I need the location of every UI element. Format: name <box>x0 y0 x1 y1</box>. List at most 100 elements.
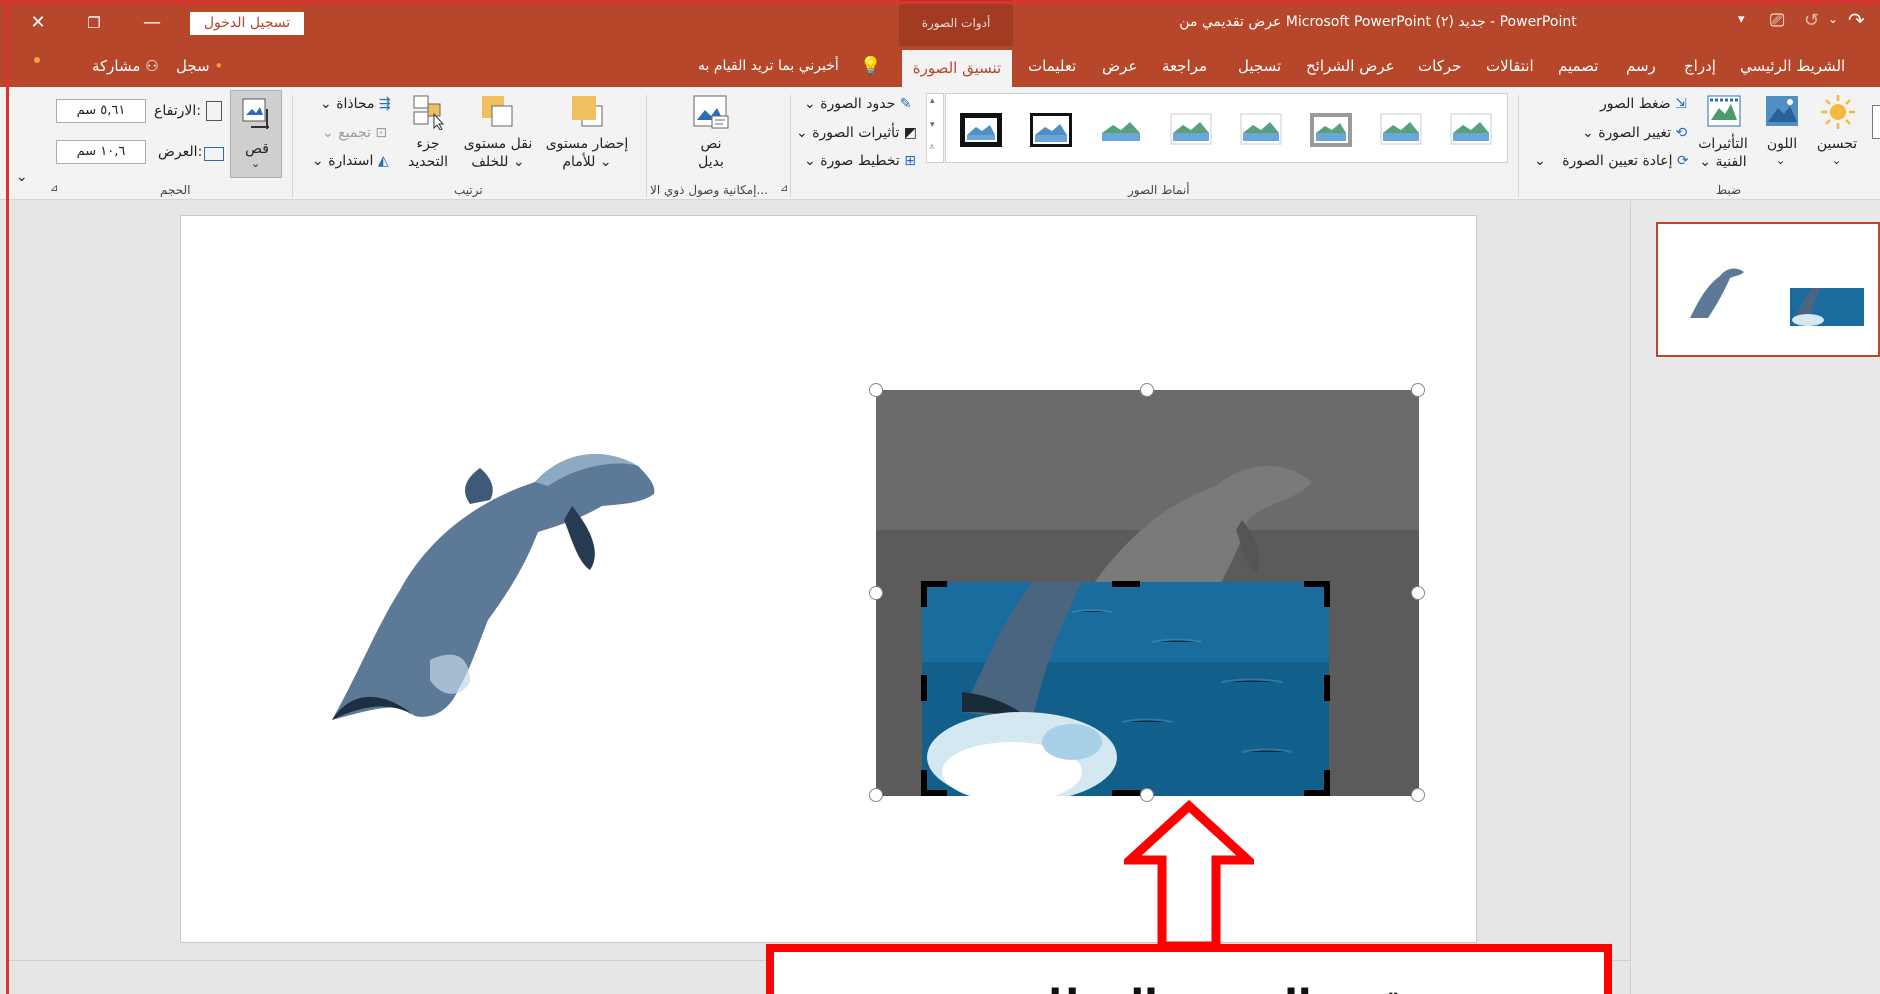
style-thumb-2[interactable] <box>1030 113 1072 147</box>
resize-handle-top-right[interactable] <box>1411 383 1425 397</box>
align-label: محاذاة <box>336 96 375 112</box>
compress-label: ضغط الصور <box>1600 96 1671 112</box>
gallery-up-icon[interactable]: ▴ <box>930 96 935 106</box>
compress-pictures-button[interactable]: ضغط الصور ⇲ <box>1600 96 1687 112</box>
share-button[interactable]: مشاركة ⚇ <box>92 46 159 87</box>
rotate-button[interactable]: ⌄ استدارة ◭ <box>312 153 389 169</box>
crop-icon <box>242 98 269 129</box>
send-backward-dropdown-icon: ⌄ <box>508 154 525 170</box>
send-backward-label-1: نقل مستوى <box>463 136 533 152</box>
style-thumb-8[interactable] <box>1450 113 1492 147</box>
dolphin-picture[interactable] <box>320 420 660 730</box>
change-picture-button[interactable]: ⌄ تغيير الصورة ⟲ <box>1582 125 1687 141</box>
tab-transitions[interactable]: انتقالات <box>1486 46 1534 87</box>
tab-picture-format[interactable]: تنسيق الصورة <box>902 50 1012 87</box>
crop-handle-right[interactable] <box>1324 675 1330 701</box>
resize-handle-bottom-left[interactable] <box>869 788 883 802</box>
picture-layout-button[interactable]: ⌄ تخطيط صورة ⊞ <box>804 153 916 169</box>
resize-handle-top-left[interactable] <box>869 383 883 397</box>
height-icon <box>206 101 222 121</box>
tell-me-search[interactable]: أخبرني بما تريد القيام به <box>698 46 839 87</box>
record-button[interactable]: سجل • <box>176 46 223 87</box>
collapse-ribbon-icon[interactable]: ⌄ <box>16 169 28 185</box>
resize-handle-bottom-right[interactable] <box>1411 788 1425 802</box>
crop-button[interactable]: قص ⌄ <box>230 90 282 178</box>
crop-handle-bottom-left-v[interactable] <box>921 770 927 796</box>
tab-draw[interactable]: رسم <box>1626 46 1656 87</box>
crop-handle-top[interactable] <box>1112 581 1140 587</box>
close-icon[interactable]: ✕ <box>18 8 58 38</box>
tab-insert[interactable]: إدراج <box>1684 46 1716 87</box>
send-backward-button[interactable]: نقل مستوى للخلف ⌄ <box>458 92 538 172</box>
picture-effects-button[interactable]: ⌄ تأثيرات الصورة ◩ <box>796 125 917 141</box>
undo-icon[interactable]: ↺ <box>1804 10 1819 31</box>
powerpoint-window: ✕ ❐ — تسجيل الدخول أدوات الصورة عرض تقدي… <box>0 0 1880 994</box>
style-thumb-5[interactable] <box>1240 113 1282 147</box>
crop-handle-top-right-v[interactable] <box>1324 581 1330 607</box>
redo-icon[interactable]: ↷ <box>1848 8 1865 32</box>
color-label: اللون <box>1766 136 1798 152</box>
style-thumb-7[interactable] <box>1380 113 1422 147</box>
tab-record[interactable]: تسجيل <box>1238 46 1281 87</box>
resize-handle-top[interactable] <box>1140 383 1154 397</box>
change-dropdown-icon: ⌄ <box>1582 125 1599 141</box>
tab-animations[interactable]: حركات <box>1418 46 1461 87</box>
selection-pane-button[interactable]: جزء التحديد <box>400 92 456 172</box>
style-thumb-6[interactable] <box>1310 113 1352 147</box>
color-button[interactable]: اللون ⌄ <box>1758 92 1806 172</box>
style-thumb-4[interactable] <box>1170 113 1212 147</box>
crop-handle-bottom-right-v[interactable] <box>1324 770 1330 796</box>
reset-icon: ⟳ <box>1677 153 1689 169</box>
align-button[interactable]: ⌄ محاذاة ⇶ <box>320 96 391 112</box>
width-field[interactable]: ١٠,٦ سم <box>56 140 146 164</box>
presenter-icon[interactable]: ⎚ <box>1770 10 1784 31</box>
style-thumb-1[interactable] <box>960 113 1002 147</box>
tab-home[interactable]: الشريط الرئيسي <box>1740 46 1845 87</box>
tab-help[interactable]: تعليمات <box>1028 46 1076 87</box>
style-thumb-3[interactable] <box>1100 113 1142 147</box>
styles-dialog-launcher-icon[interactable]: ⊿ <box>780 183 788 194</box>
styles-gallery-scroll[interactable]: ▴ ▾ ⩡ <box>926 93 944 163</box>
crop-handle-left[interactable] <box>921 675 927 701</box>
height-field[interactable]: ٥,٦١ سم <box>56 99 146 123</box>
annotation-callout: قص الصورة المطلوب <box>766 944 1612 994</box>
tab-view[interactable]: عرض <box>1102 46 1137 87</box>
thumb-dolphin <box>1690 268 1744 318</box>
sign-in-button[interactable]: تسجيل الدخول <box>190 12 304 35</box>
layout-icon: ⊞ <box>904 153 916 169</box>
minimize-icon[interactable]: — <box>132 8 172 38</box>
crop-handle-top-left-v[interactable] <box>921 581 927 607</box>
undo-dropdown-icon[interactable]: ⌄ <box>1828 12 1838 26</box>
gallery-down-icon[interactable]: ▾ <box>930 120 935 130</box>
bring-forward-label-2: للأمام ⌄ <box>540 154 634 170</box>
alt-text-icon <box>693 95 729 129</box>
customize-qat-icon[interactable]: ▾ <box>1738 12 1745 27</box>
crop-label: قص <box>245 141 269 157</box>
resize-handle-right[interactable] <box>1411 586 1425 600</box>
bring-forward-dropdown-icon: ⌄ <box>595 154 612 170</box>
picture-border-button[interactable]: ⌄ حدود الصورة ✎ <box>804 96 911 112</box>
tab-design[interactable]: تصميم <box>1558 46 1598 87</box>
reset-dropdown-icon: ⌄ <box>1534 153 1551 169</box>
tab-slideshow[interactable]: عرض الشرائح <box>1306 46 1395 87</box>
gallery-more-icon[interactable]: ⩡ <box>929 142 935 153</box>
crop-kept-region[interactable] <box>922 582 1329 796</box>
resize-handle-left[interactable] <box>869 586 883 600</box>
restore-icon[interactable]: ❐ <box>74 8 114 38</box>
reset-picture-button[interactable]: ⌄ إعادة تعيين الصورة ⟳ <box>1534 153 1689 169</box>
bring-forward-button[interactable]: إحضار مستوى للأمام ⌄ <box>540 92 634 172</box>
group-button[interactable]: ⌄ تجميع ⊡ <box>322 125 387 141</box>
selection-label-1: جزء <box>416 136 440 152</box>
size-group-label: الحجم <box>160 183 191 197</box>
artistic-effects-button[interactable]: التأثيرات ⌄ الفنية <box>1694 92 1752 172</box>
change-picture-icon: ⟲ <box>1675 125 1688 141</box>
alt-text-button[interactable]: نص بديل <box>684 92 738 172</box>
size-dialog-launcher-icon[interactable]: ⊿ <box>50 183 58 194</box>
corrections-label: تحسين <box>1816 136 1858 152</box>
tab-review[interactable]: مراجعة <box>1162 46 1207 87</box>
corrections-button[interactable]: تحسين ⌄ <box>1808 92 1866 172</box>
remove-background-icon[interactable] <box>1872 105 1880 139</box>
selection-label-2: التحديد <box>407 154 448 170</box>
crop-handle-bottom[interactable] <box>1112 790 1140 796</box>
slide-thumbnail-1[interactable] <box>1656 222 1880 357</box>
